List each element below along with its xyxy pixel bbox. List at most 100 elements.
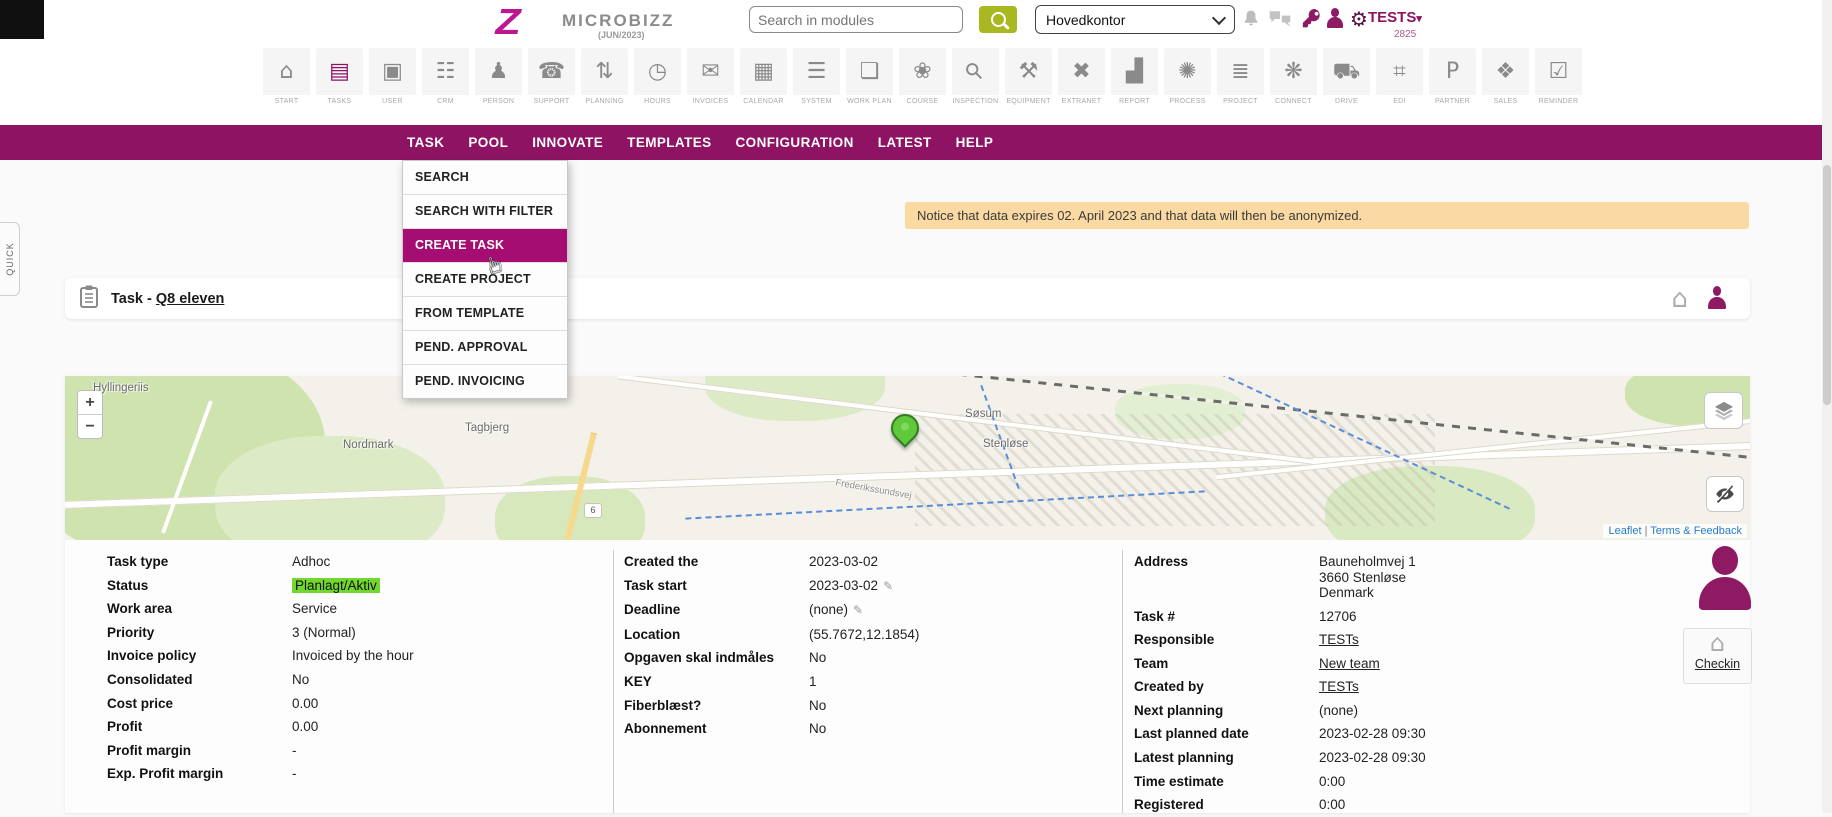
- toolbar-item-start[interactable]: ⌂START: [263, 48, 310, 105]
- toolbar-item-label: DRIVE: [1335, 98, 1358, 105]
- checkin-button[interactable]: ⌂ Checkin: [1683, 628, 1752, 684]
- toolbar-item-partner[interactable]: PPARTNER: [1429, 48, 1476, 105]
- toolbar-item-invoices[interactable]: ✉INVOICES: [687, 48, 734, 105]
- map-label: Tagbjerg: [465, 422, 509, 434]
- scrollbar-thumb[interactable]: [1823, 165, 1831, 405]
- toolbar-item-course[interactable]: ❀COURSE: [899, 48, 946, 105]
- dropdown-item-search[interactable]: SEARCH: [403, 161, 567, 195]
- task-title-link[interactable]: Q8 eleven: [156, 291, 225, 307]
- detail-value: 0:00: [1319, 793, 1750, 817]
- home-icon[interactable]: ⌂: [1671, 286, 1688, 312]
- detail-label: Fiberblæst?: [624, 694, 809, 718]
- zoom-in-button[interactable]: +: [78, 391, 102, 415]
- user-icon[interactable]: [1325, 8, 1345, 30]
- detail-label: Latest planning: [1134, 746, 1319, 770]
- bar-chart-icon: ▟: [1126, 61, 1143, 83]
- dropdown-item-from-template[interactable]: FROM TEMPLATE: [403, 297, 567, 331]
- quick-tab-label: QUICK: [5, 242, 15, 276]
- detail-label: Status: [107, 574, 292, 598]
- toolbar-item-drive[interactable]: ⛟DRIVE: [1323, 48, 1370, 105]
- magnifier-icon: ⚲: [962, 58, 989, 85]
- details-column-2: Created the2023-03-02Task start2023-03-0…: [613, 550, 1122, 813]
- detail-label: Time estimate: [1134, 770, 1319, 794]
- edit-pencil-icon[interactable]: ✎: [853, 603, 863, 617]
- detail-value: 2023-03-02: [809, 550, 1122, 574]
- toolbar-item-person[interactable]: ♟PERSON: [475, 48, 522, 105]
- toolbar-item-equipment[interactable]: ⚒EQUIPMENT: [1005, 48, 1052, 105]
- detail-label: Deadline: [624, 598, 809, 623]
- edit-pencil-icon[interactable]: ✎: [883, 579, 893, 593]
- toolbar-item-edi[interactable]: ⌗EDI: [1376, 48, 1423, 105]
- detail-label: Abonnement: [624, 717, 809, 741]
- detail-label: Invoice policy: [107, 644, 292, 668]
- office-select[interactable]: Hovedkontor: [1035, 5, 1235, 34]
- detail-value: (none)✎: [809, 598, 1122, 623]
- leaflet-link[interactable]: Leaflet: [1608, 525, 1641, 537]
- detail-label: Exp. Profit margin: [107, 762, 292, 786]
- task-details: Task typeAdhocStatusPlanlagt/AktivWork a…: [65, 540, 1750, 813]
- menu-item-task[interactable]: TASK: [407, 135, 444, 150]
- toolbar-item-tasks[interactable]: ▤TASKS: [316, 48, 363, 105]
- toolbar-item-extranet[interactable]: ✖EXTRANET: [1058, 48, 1105, 105]
- hide-map-button[interactable]: [1706, 476, 1744, 512]
- toolbar-item-system[interactable]: ☰SYSTEM: [793, 48, 840, 105]
- toolbar-item-user[interactable]: ▣USER: [369, 48, 416, 105]
- lines-icon: ≣: [1231, 61, 1249, 83]
- terms-feedback-link[interactable]: Terms & Feedback: [1650, 525, 1742, 537]
- detail-row: Registered0:00: [1134, 793, 1750, 817]
- toolbar-item-project[interactable]: ≣PROJECT: [1217, 48, 1264, 105]
- map-label: Hyllingeriis: [93, 382, 149, 394]
- rosette-icon: ❀: [913, 61, 931, 83]
- page-scrollbar[interactable]: [1822, 0, 1832, 813]
- detail-label: Profit: [107, 715, 292, 739]
- toolbar-item-hours[interactable]: ◷HOURS: [634, 48, 681, 105]
- chat-icon[interactable]: [1268, 8, 1292, 30]
- detail-row: Task start2023-03-02✎: [624, 574, 1122, 599]
- dropdown-item-pend-invoicing[interactable]: PEND. INVOICING: [403, 365, 567, 398]
- toolbar-item-sales[interactable]: ❖SALES: [1482, 48, 1529, 105]
- toolbar-item-inspection[interactable]: ⚲INSPECTION: [952, 48, 999, 105]
- detail-label: KEY: [624, 670, 809, 694]
- toolbar-item-label: HOURS: [644, 98, 671, 105]
- detail-value: 3 (Normal): [292, 621, 613, 645]
- detail-value: 0:00: [1319, 770, 1750, 794]
- dropdown-item-pend-approval[interactable]: PEND. APPROVAL: [403, 331, 567, 365]
- detail-link[interactable]: New team: [1319, 656, 1380, 671]
- toolbar-item-report[interactable]: ▟REPORT: [1111, 48, 1158, 105]
- map[interactable]: 6 + − Leaflet | Terms & Feedback Hylling…: [65, 376, 1750, 540]
- layers-button[interactable]: [1704, 392, 1743, 429]
- map-label: Stenløse: [983, 438, 1028, 450]
- responsible-person-icon[interactable]: [1706, 286, 1728, 312]
- menu-item-help[interactable]: HELP: [956, 135, 994, 150]
- toolbar-item-process[interactable]: ✺PROCESS: [1164, 48, 1211, 105]
- search-button[interactable]: [979, 6, 1017, 33]
- toolbar-item-planning[interactable]: ⇅PLANNING: [581, 48, 628, 105]
- search-input[interactable]: [749, 6, 963, 33]
- toolbar-item-support[interactable]: ☎SUPPORT: [528, 48, 575, 105]
- menu-item-configuration[interactable]: CONFIGURATION: [736, 135, 854, 150]
- toolbar-item-calendar[interactable]: ▦CALENDAR: [740, 48, 787, 105]
- detail-link[interactable]: TESTs: [1319, 679, 1359, 694]
- detail-link[interactable]: TESTs: [1319, 632, 1359, 647]
- detail-row: Profit margin-: [107, 739, 613, 763]
- toolbar-item-crm[interactable]: ☷CRM: [422, 48, 469, 105]
- toolbar-item-reminder[interactable]: ☑REMINDER: [1535, 48, 1582, 105]
- detail-row: Created byTESTs: [1134, 675, 1750, 699]
- user-menu[interactable]: TESTS▾: [1368, 9, 1422, 26]
- quick-tab[interactable]: QUICK: [0, 222, 20, 296]
- menu-item-pool[interactable]: POOL: [468, 135, 508, 150]
- detail-label: Opgaven skal indmåles: [624, 646, 809, 670]
- notification-bell-icon[interactable]: [1239, 8, 1263, 30]
- menu-item-templates[interactable]: TEMPLATES: [627, 135, 711, 150]
- dropdown-item-search-with-filter[interactable]: SEARCH WITH FILTER: [403, 195, 567, 229]
- zoom-out-button[interactable]: −: [78, 415, 102, 438]
- menu-item-innovate[interactable]: INNOVATE: [532, 135, 603, 150]
- toolbar-item-work-plan[interactable]: ❏WORK PLAN: [846, 48, 893, 105]
- menu-item-latest[interactable]: LATEST: [878, 135, 932, 150]
- detail-value: Service: [292, 597, 613, 621]
- key-icon[interactable]: [1300, 8, 1324, 30]
- toolbar-item-connect[interactable]: ❋CONNECT: [1270, 48, 1317, 105]
- detail-value: No: [809, 717, 1122, 741]
- clipboard-icon: [79, 284, 99, 314]
- toolbar-item-label: EDI: [1393, 98, 1406, 105]
